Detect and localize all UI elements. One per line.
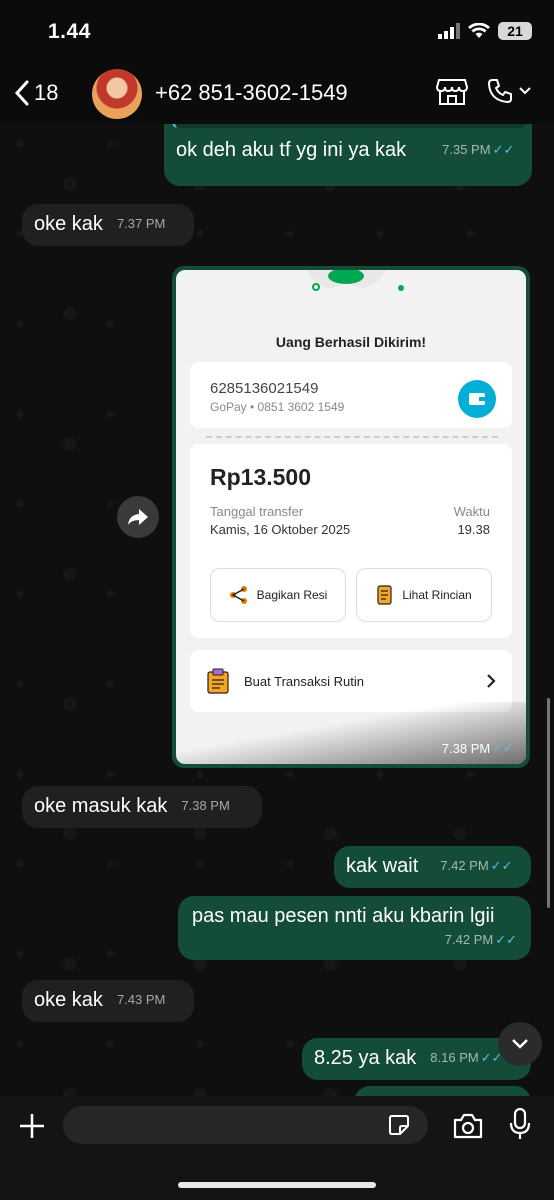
forward-button[interactable]: [117, 496, 159, 538]
message-bubble-incoming[interactable]: oke masuk kak 7.38 PM: [22, 786, 262, 828]
message-time: 7.38 PM: [181, 798, 230, 813]
store-icon[interactable]: [436, 76, 468, 106]
details-label: Lihat Rincian: [402, 588, 472, 602]
date-label: Tanggal transfer: [210, 504, 304, 519]
view-details-button: Lihat Rincian: [356, 568, 492, 622]
message-bubble-incoming[interactable]: oke kak 7.37 PM: [22, 204, 194, 246]
message-bubble-outgoing[interactable]: pas mau pesen nnti aku kbarin lgii 7.42 …: [178, 896, 531, 960]
document-icon: [377, 585, 392, 605]
message-text: kak wait: [346, 855, 419, 877]
composer-bar: [0, 1096, 554, 1200]
header-actions: [436, 76, 532, 106]
forward-icon: [128, 509, 148, 525]
message-time: 8.16 PM: [430, 1050, 479, 1065]
date-value: Kamis, 16 Oktober 2025: [210, 522, 351, 537]
unread-count: 18: [34, 80, 59, 105]
camera-icon[interactable]: [452, 1112, 484, 1140]
read-ticks-icon: ✓✓: [495, 932, 517, 947]
message-input[interactable]: [63, 1106, 428, 1144]
battery-indicator: 21: [498, 22, 532, 40]
chevron-down-icon: [519, 87, 531, 95]
message-time: 7.42 PM: [444, 932, 494, 947]
message-bubble-outgoing[interactable]: ok deh aku tf yg ini ya kak 7.35 PM ✓✓: [164, 124, 532, 186]
message-time: 7.37 PM: [116, 216, 166, 231]
chevron-right-icon: [487, 674, 496, 688]
chevron-left-icon: [14, 80, 29, 106]
share-receipt-button: Bagikan Resi: [210, 568, 346, 622]
message-text: oke kak: [34, 213, 103, 235]
success-illustration: [306, 270, 404, 291]
message-text: 8.25 ya kak: [314, 1047, 417, 1069]
home-indicator: [178, 1182, 376, 1188]
message-bubble-incoming[interactable]: oke kak 7.43 PM: [22, 980, 194, 1022]
receipt-image: Uang Berhasil Dikirim! 6285136021549 GoP…: [176, 270, 526, 764]
amount-card: Rp13.500 Tanggal transfer Kamis, 16 Okto…: [190, 444, 512, 638]
recipient-account: 6285136021549: [210, 380, 319, 397]
chat-area[interactable]: ok deh aku tf yg ini ya kak 7.35 PM ✓✓ o…: [0, 124, 554, 1096]
recipient-card: 6285136021549 GoPay • 0851 3602 1549: [190, 362, 512, 428]
call-button[interactable]: [486, 77, 532, 105]
sticker-icon[interactable]: [388, 1114, 410, 1136]
image-message[interactable]: Uang Berhasil Dikirim! 6285136021549 GoP…: [172, 266, 530, 768]
avatar[interactable]: [92, 69, 142, 119]
recipient-sub: GoPay • 0851 3602 1549: [210, 400, 345, 414]
message-text: oke masuk kak: [34, 795, 168, 817]
read-ticks-icon: ✓✓: [492, 142, 515, 157]
message-bubble-outgoing[interactable]: [354, 1086, 531, 1096]
receipt-title: Uang Berhasil Dikirim!: [275, 334, 427, 350]
wallet-icon: [458, 380, 496, 418]
message-bubble-outgoing[interactable]: kak wait 7.42 PM ✓✓: [334, 846, 531, 888]
scroll-to-bottom-button[interactable]: [498, 1022, 542, 1066]
signal-icon: [438, 23, 460, 39]
share-icon: [229, 586, 247, 604]
message-time: 7.35 PM: [442, 142, 491, 157]
wifi-icon: [468, 23, 490, 38]
plus-icon[interactable]: [18, 1112, 46, 1140]
image-meta: 7.38 PM ✓✓: [428, 740, 514, 756]
clipboard-icon: [207, 668, 229, 694]
message-text: pas mau pesen nnti aku kbarin lgii: [192, 905, 495, 927]
chat-header: 18 +62 851-3602-1549: [0, 62, 554, 124]
chevron-down-icon: [512, 1039, 528, 1049]
routine-label: Buat Transaksi Rutin: [244, 674, 364, 689]
status-icons: 21: [438, 22, 532, 40]
message-text: ok deh aku tf yg ini ya kak: [176, 139, 407, 161]
time-label: Waktu: [453, 504, 490, 519]
time-value: 19.38: [457, 522, 490, 537]
share-label: Bagikan Resi: [256, 588, 328, 602]
microphone-icon[interactable]: [509, 1108, 531, 1140]
contact-name[interactable]: +62 851-3602-1549: [155, 80, 348, 106]
message-text: oke kak: [34, 989, 103, 1011]
read-ticks-icon: ✓✓: [492, 740, 514, 755]
message-time: 7.38 PM: [441, 741, 491, 756]
quoted-reply: [172, 124, 527, 128]
message-bubble-outgoing[interactable]: 8.25 ya kak 8.16 PM ✓✓: [302, 1038, 531, 1080]
message-time: 7.43 PM: [116, 992, 166, 1007]
divider: [206, 436, 498, 438]
read-ticks-icon: ✓✓: [490, 858, 513, 873]
amount: Rp13.500: [210, 464, 312, 490]
back-button[interactable]: 18: [14, 80, 58, 106]
status-time: 1.44: [48, 20, 91, 43]
phone-icon: [488, 79, 512, 103]
scrollbar[interactable]: [547, 698, 550, 908]
message-time: 7.42 PM: [440, 858, 489, 873]
